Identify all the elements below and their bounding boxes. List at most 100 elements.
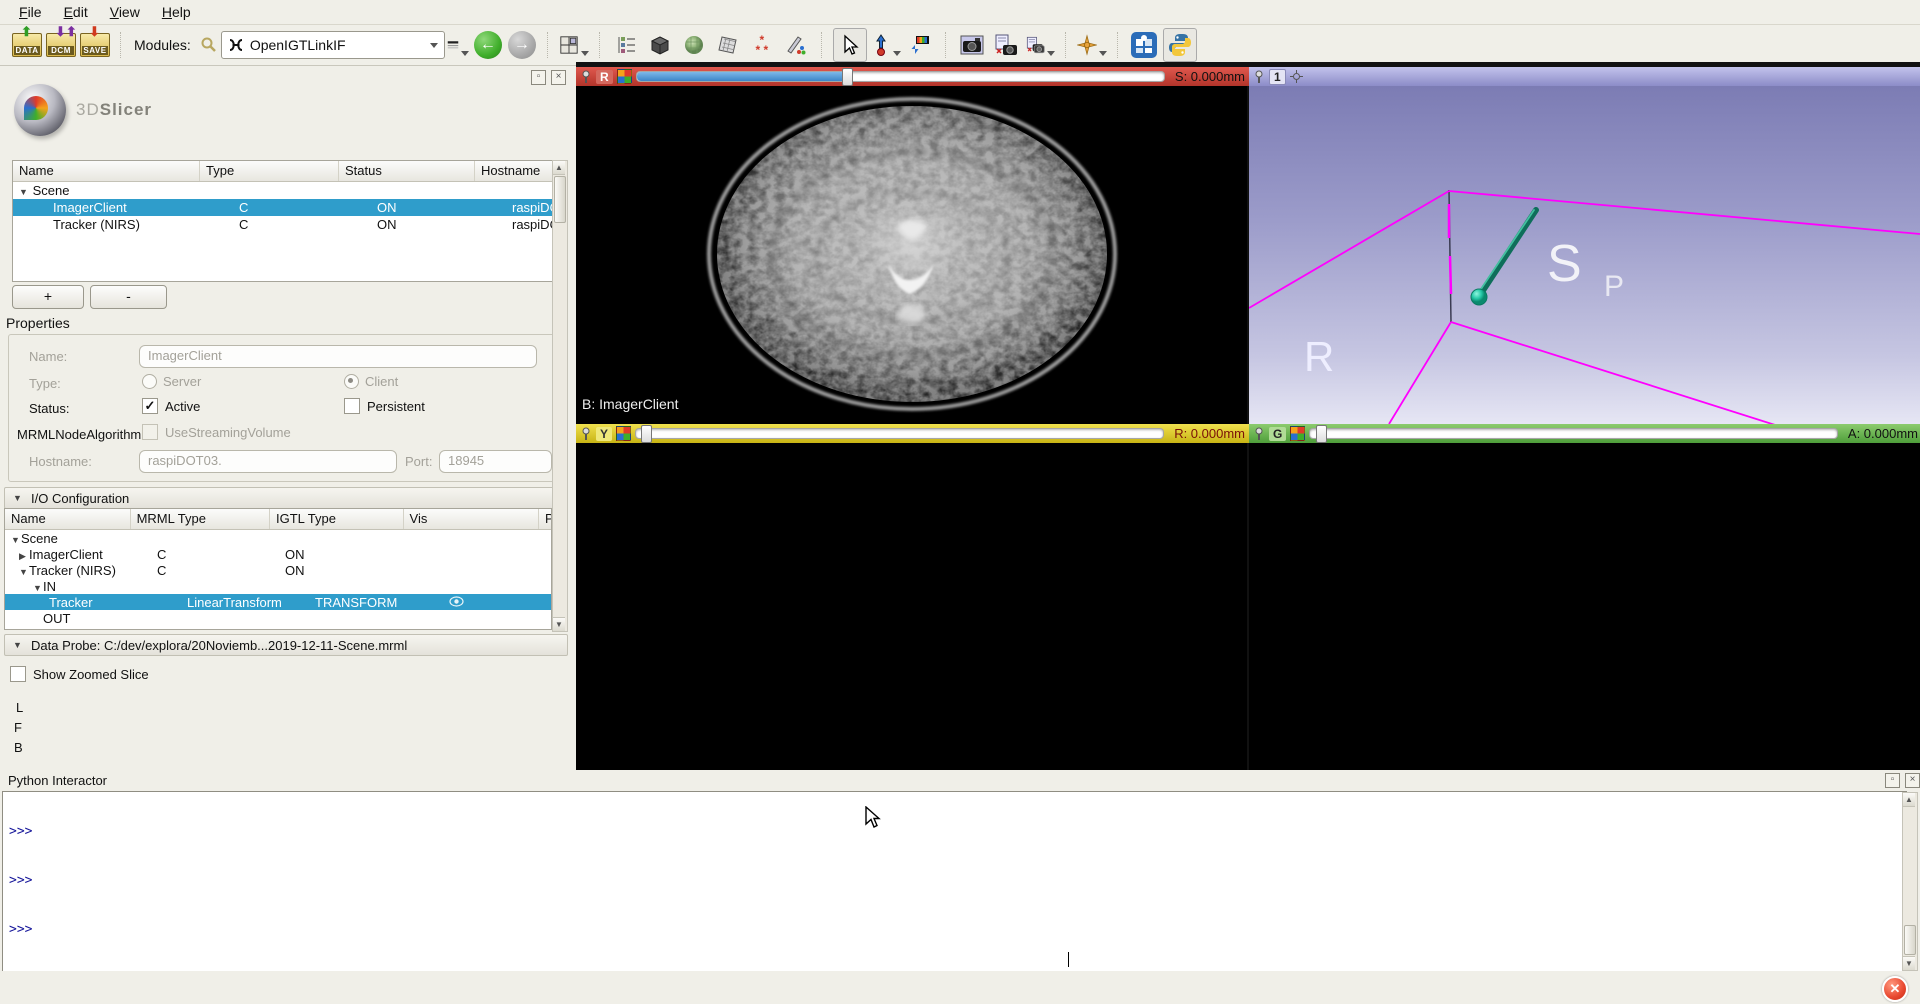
io-row-imagerclient[interactable]: ▶ImagerClient C ON	[5, 546, 551, 562]
red-slice-slider[interactable]	[636, 71, 1165, 82]
load-data-button[interactable]: ⬆DATA	[12, 30, 42, 60]
yellow-slice-label[interactable]: Y	[596, 427, 612, 441]
slider-handle[interactable]	[641, 425, 652, 443]
transforms-module-icon[interactable]	[713, 30, 743, 60]
io-row-tracker-transform[interactable]: Tracker LinearTransform TRANSFORM	[5, 594, 551, 610]
scene-view-menu-button[interactable]	[1025, 30, 1055, 60]
col-name[interactable]: Name	[5, 509, 131, 529]
remove-connector-button[interactable]: -	[90, 285, 167, 309]
green-slice-label[interactable]: G	[1269, 427, 1286, 441]
module-search-icon[interactable]	[199, 30, 219, 60]
yellow-slice-view[interactable]	[576, 443, 1247, 770]
mouse-interaction-tool[interactable]	[833, 28, 867, 62]
module-back-button[interactable]: ←	[473, 30, 503, 60]
pin-icon[interactable]	[1253, 70, 1265, 84]
menu-edit[interactable]: Edit	[55, 2, 97, 22]
data-probe-header[interactable]: ▼ Data Probe: C:/dev/explora/20Noviemb..…	[4, 634, 568, 656]
expander-icon[interactable]: ▶	[19, 551, 29, 562]
table-row-imagerclient[interactable]: ImagerClient C ON raspiDOT03.	[13, 199, 553, 216]
menu-help[interactable]: Help	[153, 2, 200, 22]
models-module-icon[interactable]	[679, 30, 709, 60]
scroll-up-icon[interactable]: ▲	[1903, 793, 1915, 807]
pin-icon[interactable]	[580, 427, 592, 441]
name-field[interactable]: ImagerClient	[139, 345, 537, 368]
python-console[interactable]: >>> >>> >>> >>> >>> import socket >>> s …	[2, 791, 1907, 972]
colors-tool[interactable]	[905, 30, 935, 60]
module-list-icon[interactable]	[611, 30, 641, 60]
client-radio[interactable]: Client	[344, 374, 398, 389]
green-slice-view[interactable]	[1249, 443, 1920, 770]
visibility-eye-icon[interactable]	[449, 596, 464, 607]
use-streaming-volume-checkbox[interactable]: UseStreamingVolume	[142, 424, 291, 440]
python-interactor-button[interactable]	[1163, 28, 1197, 62]
threed-view[interactable]: S P R	[1249, 86, 1920, 424]
slider-handle[interactable]	[1316, 425, 1327, 443]
module-panel-scrollbar[interactable]: ▲ ▼	[552, 160, 568, 632]
col-name[interactable]: Name	[13, 161, 200, 181]
scroll-up-icon[interactable]: ▲	[553, 161, 565, 175]
error-close-button[interactable]: ✕	[1882, 976, 1908, 1002]
col-status[interactable]: Status	[339, 161, 475, 181]
scene-view-button[interactable]	[991, 30, 1021, 60]
module-forward-button[interactable]: →	[507, 30, 537, 60]
module-selector-combo[interactable]: OpenIGTLinkIF	[221, 31, 445, 59]
col-hostname[interactable]: Hostname	[475, 161, 553, 181]
io-row-tracker-nirs[interactable]: ▼Tracker (NIRS) C ON	[5, 562, 551, 578]
add-connector-button[interactable]: +	[12, 285, 84, 309]
col-igtl-type[interactable]: IGTL Type	[270, 509, 404, 529]
menu-view[interactable]: View	[101, 2, 149, 22]
module-history-button[interactable]	[447, 30, 469, 60]
crosshair-button[interactable]	[1077, 30, 1107, 60]
slider-handle[interactable]	[842, 68, 853, 86]
extensions-manager-button[interactable]	[1129, 30, 1159, 60]
io-configuration-header[interactable]: ▼ I/O Configuration	[4, 487, 568, 509]
close-panel-icon[interactable]: ×	[1905, 773, 1920, 788]
slice-link-icon[interactable]	[616, 426, 631, 441]
io-row-in[interactable]: ▼IN	[5, 578, 551, 594]
spin-view-icon[interactable]	[1290, 70, 1303, 83]
float-panel-icon[interactable]: ▫	[1885, 773, 1900, 788]
yellow-slice-slider[interactable]	[635, 428, 1164, 439]
close-panel-icon[interactable]: ×	[551, 70, 566, 85]
layout-selector-button[interactable]	[559, 30, 589, 60]
server-radio[interactable]: Server	[142, 374, 201, 389]
expander-icon[interactable]: ▼	[19, 187, 29, 197]
active-checkbox[interactable]: ✓Active	[142, 398, 200, 414]
green-slice-slider[interactable]	[1309, 428, 1838, 439]
load-dicom-button[interactable]: ⬇⬆DCM	[46, 30, 76, 60]
screenshot-button[interactable]	[957, 30, 987, 60]
slice-link-icon[interactable]	[1290, 426, 1305, 441]
expander-icon[interactable]: ▼	[11, 535, 21, 545]
io-row-out[interactable]: OUT	[5, 610, 551, 626]
col-vis[interactable]: Vis	[404, 509, 539, 529]
red-slice-view[interactable]: B: ImagerClient	[576, 86, 1247, 424]
volumes-module-icon[interactable]	[645, 30, 675, 60]
pin-icon[interactable]	[1253, 427, 1265, 441]
fiducials-module-icon[interactable]: ** *	[747, 30, 777, 60]
table-row-tracker[interactable]: Tracker (NIRS) C ON raspiDOT02.	[13, 216, 553, 233]
persistent-checkbox[interactable]: Persistent	[344, 398, 425, 414]
col-push[interactable]: Push o	[539, 509, 551, 529]
pin-icon[interactable]	[580, 70, 592, 84]
show-zoomed-slice-checkbox[interactable]: Show Zoomed Slice	[10, 666, 149, 682]
col-mrml-type[interactable]: MRML Type	[131, 509, 270, 529]
scroll-thumb[interactable]	[1904, 925, 1916, 955]
scroll-down-icon[interactable]: ▼	[1903, 956, 1915, 970]
place-fiducial-tool[interactable]	[871, 30, 901, 60]
port-field[interactable]: 18945	[439, 450, 552, 473]
console-scrollbar[interactable]: ▲ ▼	[1902, 792, 1918, 971]
expander-icon[interactable]: ▼	[33, 583, 43, 593]
threed-view-label[interactable]: 1	[1269, 69, 1286, 85]
slice-link-icon[interactable]	[617, 69, 632, 84]
scroll-thumb[interactable]	[554, 176, 566, 223]
scroll-down-icon[interactable]: ▼	[553, 617, 565, 631]
annotations-module-icon[interactable]	[781, 30, 811, 60]
red-slice-label[interactable]: R	[596, 70, 613, 84]
float-panel-icon[interactable]: ▫	[531, 70, 546, 85]
io-row-scene[interactable]: ▼Scene	[5, 530, 551, 546]
col-type[interactable]: Type	[200, 161, 339, 181]
menu-file[interactable]: File	[10, 2, 51, 22]
expander-icon[interactable]: ▼	[19, 567, 29, 577]
save-button[interactable]: ⬇SAVE	[80, 30, 110, 60]
table-row-scene[interactable]: ▼ Scene	[13, 182, 553, 199]
